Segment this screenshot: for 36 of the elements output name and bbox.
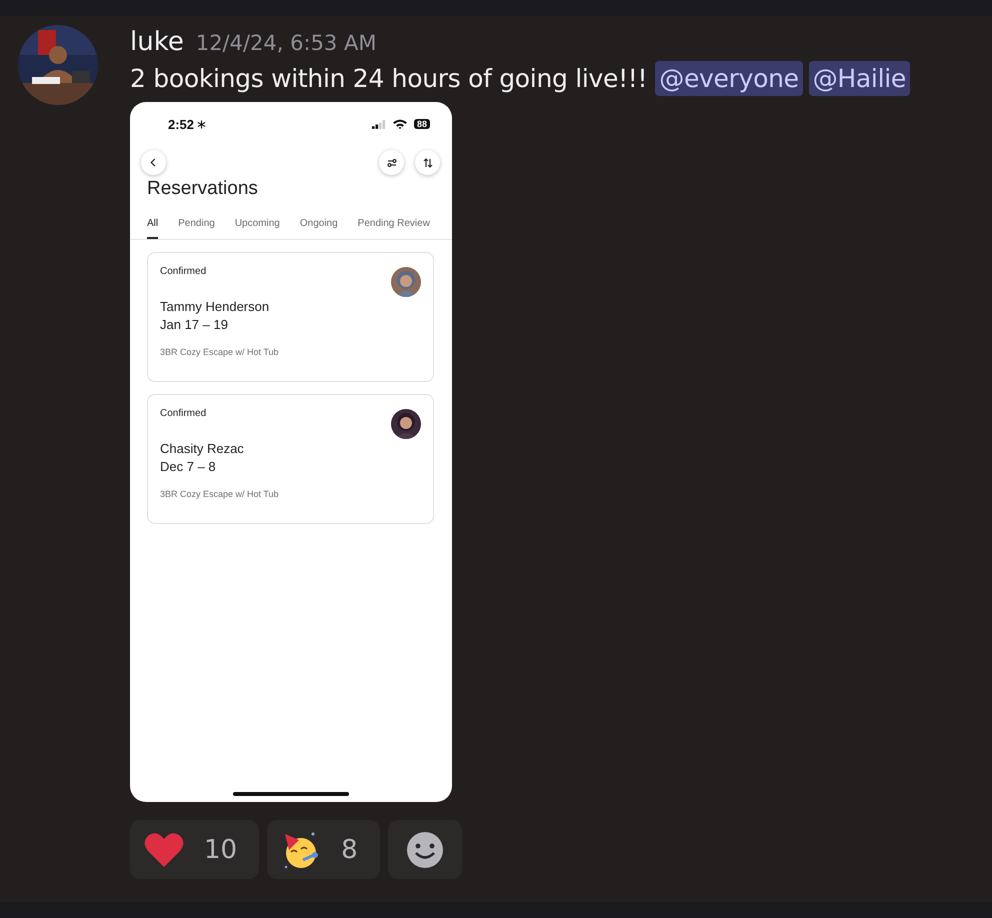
tab[interactable]: All: [147, 218, 158, 239]
message-text: 2 bookings within 24 hours of going live!!!: [130, 64, 648, 93]
timestamp: 12/4/24, 6:53 AM: [196, 31, 376, 55]
wifi-icon: [392, 119, 407, 129]
listing-name: 3BR Cozy Escape w/ Hot Tub: [160, 347, 280, 357]
reaction-button[interactable]: [388, 820, 462, 879]
tab[interactable]: Upcoming: [234, 218, 280, 239]
filter-icon: [386, 158, 396, 168]
reaction-button[interactable]: 10: [130, 820, 260, 879]
signal-icon: [372, 120, 386, 128]
clock-time: 2:52: [168, 116, 194, 132]
sort-button[interactable]: [415, 150, 440, 175]
date-range: Jan 17 – 19: [160, 317, 229, 332]
filter-button[interactable]: [379, 150, 404, 175]
status-label: Confirmed: [160, 408, 206, 421]
guest-name: Chasity Rezac: [160, 441, 245, 456]
mention[interactable]: @Hailie: [808, 61, 910, 96]
snowflake-icon: [197, 120, 206, 128]
status-label: Confirmed: [160, 266, 206, 279]
page-title: Reservations: [146, 177, 259, 200]
back-button[interactable]: [141, 150, 166, 175]
tab[interactable]: Pending Review: [358, 218, 430, 239]
tab[interactable]: Ongoing: [300, 218, 338, 239]
add-reaction-icon: [404, 830, 445, 870]
mention[interactable]: @everyone: [655, 61, 803, 96]
tab[interactable]: Pending: [178, 218, 215, 239]
author-name[interactable]: luke: [130, 27, 184, 57]
reaction-button[interactable]: 8: [267, 820, 380, 879]
reservation-card[interactable]: Confirmed Chasity Rezac Dec 7 – 8 3BR Cozy Escape w/ Hot Tub: [147, 394, 434, 524]
sort-icon: [422, 158, 432, 168]
date-range: Dec 7 – 8: [160, 459, 217, 474]
back-icon: [149, 158, 158, 167]
guest-name: Tammy Henderson: [160, 299, 270, 314]
reservation-card[interactable]: Confirmed Tammy Henderson Jan 17 – 19 3BR Cozy Escape w/ Hot Tub: [147, 252, 434, 382]
battery-level: 88: [414, 119, 430, 129]
listing-name: 3BR Cozy Escape w/ Hot Tub: [160, 489, 280, 499]
